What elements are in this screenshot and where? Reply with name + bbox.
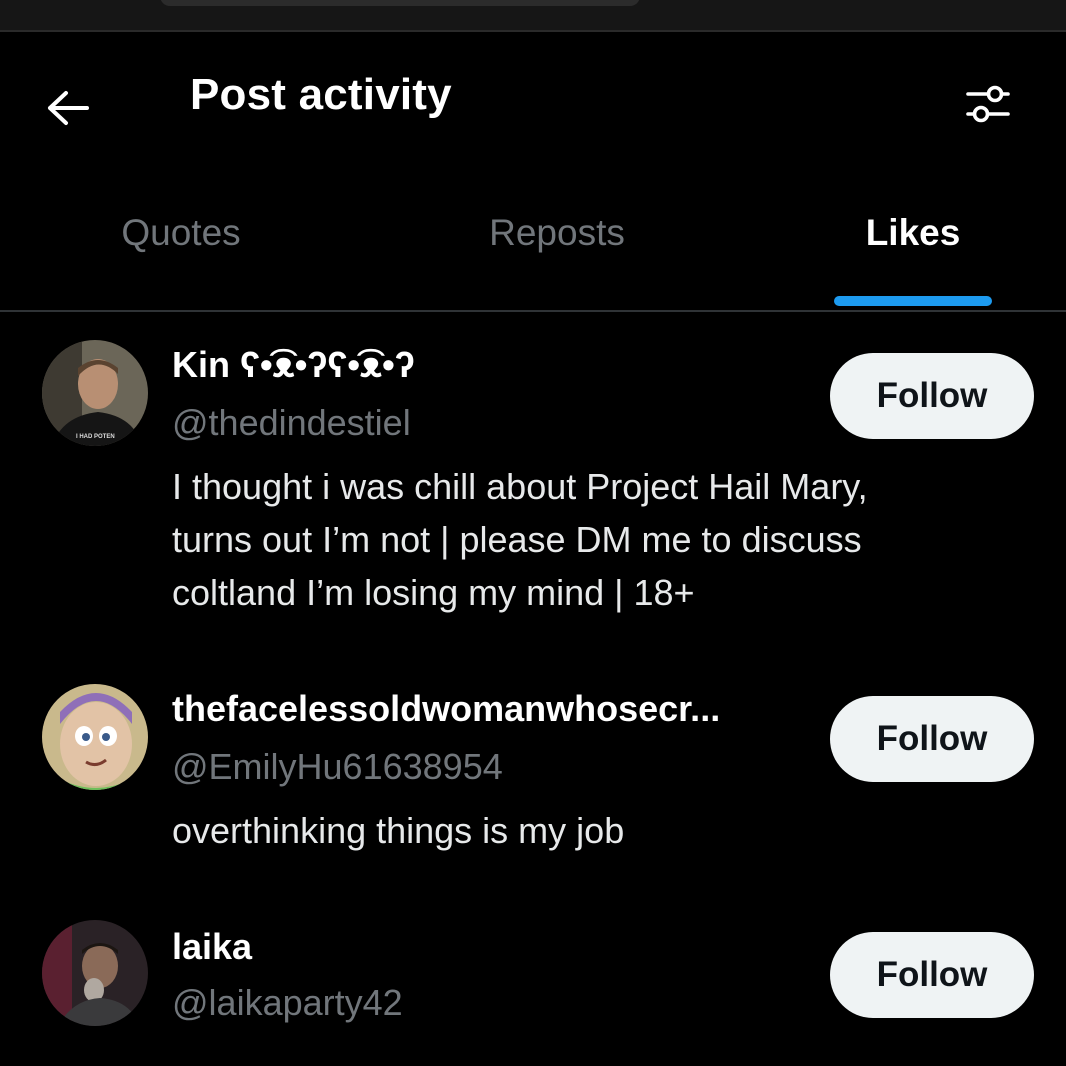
avatar-image	[42, 920, 148, 1026]
avatar[interactable]	[42, 920, 148, 1026]
bio-line: overthinking things is my job	[172, 810, 625, 851]
filter-button[interactable]	[956, 72, 1020, 136]
user-handle[interactable]: @laikaparty42	[172, 982, 403, 1024]
arrow-left-icon	[48, 91, 89, 125]
tab-quotes[interactable]: Quotes	[121, 212, 240, 254]
sliders-icon	[966, 85, 1010, 123]
user-bio: overthinking things is my job	[172, 804, 972, 857]
tab-reposts[interactable]: Reposts	[489, 212, 625, 254]
user-bio: I thought i was chill about Project Hail…	[172, 460, 972, 619]
tab-bar: Quotes Reposts Likes	[0, 200, 1066, 312]
bio-line: coltland I’m losing my mind | 18+	[172, 572, 695, 613]
bio-line: I thought i was chill about Project Hail…	[172, 466, 868, 507]
user-display-name[interactable]: laika	[172, 926, 252, 968]
url-pill	[160, 0, 640, 6]
page-title: Post activity	[190, 70, 452, 119]
bio-line: turns out I’m not | please DM me to disc…	[172, 519, 862, 560]
avatar[interactable]: I HAD POTEN	[42, 340, 148, 446]
user-display-name[interactable]: Kin ʕ•͡ᴥ•ʔʕ•͡ᴥ•ʔ	[172, 344, 415, 386]
user-display-name[interactable]: thefacelessoldwomanwhosecr...	[172, 688, 720, 730]
follow-button[interactable]: Follow	[830, 696, 1034, 782]
user-handle[interactable]: @thedindestiel	[172, 402, 411, 444]
user-handle[interactable]: @EmilyHu61638954	[172, 746, 503, 788]
tab-likes[interactable]: Likes	[866, 212, 961, 254]
status-bar	[0, 0, 1066, 32]
back-button[interactable]	[36, 76, 100, 140]
avatar-image: I HAD POTEN	[42, 340, 148, 446]
avatar-image	[42, 684, 148, 790]
avatar-shirt-text: I HAD POTEN	[76, 434, 115, 440]
follow-button[interactable]: Follow	[830, 353, 1034, 439]
avatar[interactable]	[42, 684, 148, 790]
header: Post activity	[0, 32, 1066, 162]
active-tab-indicator	[834, 296, 992, 306]
follow-button[interactable]: Follow	[830, 932, 1034, 1018]
